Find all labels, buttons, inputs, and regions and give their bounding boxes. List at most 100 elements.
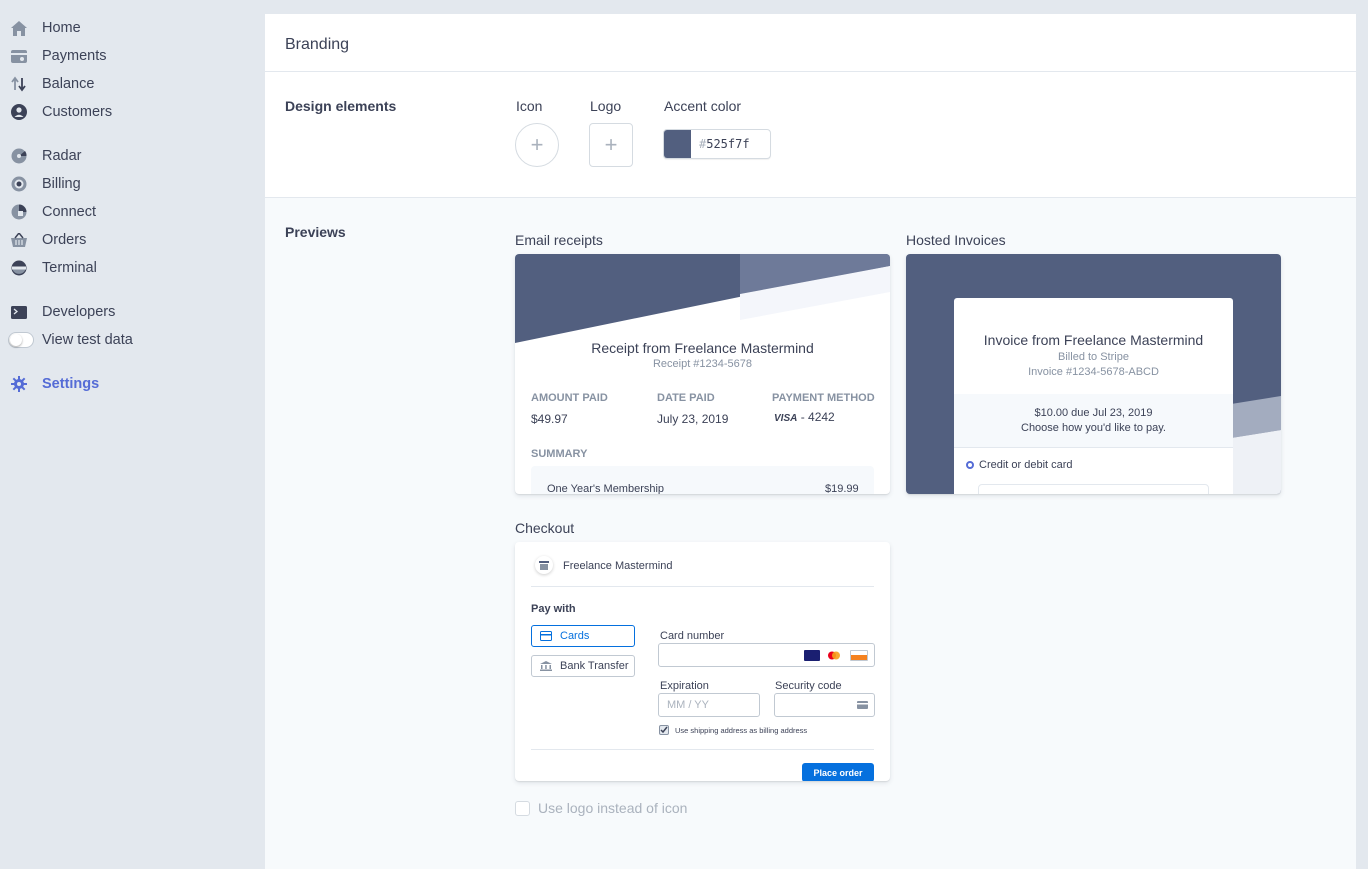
sidebar-item-customers[interactable]: Customers — [10, 100, 112, 124]
balance-icon — [10, 75, 28, 93]
use-logo-label: Use logo instead of icon — [538, 800, 688, 816]
hosted-invoice-preview: Invoice from Freelance Mastermind Billed… — [906, 254, 1281, 494]
receipt-header-graphic — [515, 254, 890, 344]
checkbox-checked-icon[interactable] — [659, 725, 669, 735]
sidebar-item-label: Customers — [42, 104, 113, 120]
developers-icon — [10, 303, 28, 321]
receipt-number: Receipt #1234-5678 — [652, 358, 753, 370]
accent-color-label: Accent color — [664, 98, 742, 114]
icon-label: Icon — [516, 98, 543, 114]
use-logo-checkbox[interactable] — [515, 800, 530, 816]
invoice-due: $10.00 due Jul 23, 2019 — [1034, 407, 1153, 419]
pay-with-label: Pay with — [531, 603, 576, 615]
sidebar-item-developers[interactable]: Developers — [10, 300, 115, 324]
sidebar-item-label: Radar — [42, 148, 82, 164]
gear-icon — [10, 375, 28, 393]
accent-color-field[interactable]: # 525f7f — [663, 129, 771, 159]
radar-icon — [10, 147, 28, 165]
bank-transfer-label: Bank Transfer — [560, 660, 629, 672]
payments-icon — [10, 47, 28, 65]
expiration-label: Expiration — [660, 680, 709, 692]
sidebar-item-home[interactable]: Home — [10, 16, 81, 40]
sidebar-item-payments[interactable]: Payments — [10, 44, 106, 68]
previews-label: Previews — [285, 224, 346, 240]
bank-icon — [540, 661, 552, 671]
accent-color-swatch[interactable] — [664, 130, 691, 158]
sidebar-item-settings[interactable]: Settings — [10, 372, 99, 396]
invoice-title: Invoice from Freelance Mastermind — [983, 332, 1204, 348]
sidebar-item-connect[interactable]: Connect — [10, 200, 96, 224]
email-receipt-preview: Receipt from Freelance Mastermind Receip… — [515, 254, 890, 494]
invoice-due-box: $10.00 due Jul 23, 2019 Choose how you'd… — [954, 394, 1233, 448]
cards-label: Cards — [560, 630, 590, 642]
hash-prefix: # — [699, 137, 707, 151]
sidebar-item-balance[interactable]: Balance — [10, 72, 94, 96]
sidebar-item-view-test-data[interactable]: View test data — [8, 328, 133, 352]
merchant-name: Freelance Mastermind — [563, 560, 673, 572]
security-code-label: Security code — [775, 680, 842, 692]
logo-label: Logo — [590, 98, 622, 114]
invoice-number: Invoice #1234-5678-ABCD — [1028, 366, 1159, 378]
sidebar-item-radar[interactable]: Radar — [10, 144, 82, 168]
discover-icon — [850, 650, 868, 661]
bank-transfer-button[interactable]: Bank Transfer — [531, 655, 635, 677]
invoice-billed-to: Billed to Stripe — [1058, 351, 1129, 363]
card-number-input[interactable] — [658, 643, 875, 667]
card-last4: - 4242 — [800, 410, 835, 424]
shipping-billing-label: Use shipping address as billing address — [675, 725, 808, 735]
divider — [531, 749, 874, 750]
expiration-input[interactable]: MM / YY — [658, 693, 760, 717]
page-title: Branding — [265, 14, 1356, 72]
visa-brand: VISA — [774, 413, 798, 424]
store-icon — [535, 556, 553, 574]
date-paid-value: July 23, 2019 — [657, 412, 729, 426]
cvc-icon — [857, 701, 868, 709]
sidebar-item-label: View test data — [42, 332, 133, 348]
customers-icon — [10, 103, 28, 121]
plus-icon: + — [530, 132, 544, 157]
date-paid-header: DATE PAID — [657, 392, 715, 404]
receipt-title: Receipt from Freelance Mastermind — [591, 340, 814, 356]
place-order-button[interactable]: Place order — [802, 763, 874, 781]
security-code-input[interactable] — [774, 693, 875, 717]
radio-icon — [966, 461, 974, 469]
sidebar-item-orders[interactable]: Orders — [10, 228, 86, 252]
orders-icon — [10, 231, 28, 249]
connect-icon — [10, 203, 28, 221]
test-data-toggle[interactable] — [8, 332, 34, 348]
sidebar-item-label: Orders — [42, 232, 87, 248]
mastercard-icon — [826, 650, 842, 661]
card-number-label: Card number — [660, 630, 725, 642]
amount-paid-header: AMOUNT PAID — [531, 392, 608, 404]
sidebar-item-label: Payments — [42, 48, 107, 64]
hosted-invoices-label: Hosted Invoices — [906, 232, 1006, 248]
design-elements-label: Design elements — [285, 98, 397, 114]
sidebar-item-label: Settings — [42, 376, 100, 392]
line-item-amount: $19.99 — [825, 483, 859, 494]
sidebar-item-label: Developers — [42, 304, 116, 320]
cards-method-button[interactable]: Cards — [531, 625, 635, 647]
line-item-name: One Year's Membership — [547, 483, 665, 494]
sidebar-item-label: Terminal — [42, 260, 97, 276]
use-logo-option[interactable]: Use logo instead of icon — [515, 800, 687, 816]
payment-method-header: PAYMENT METHOD — [772, 392, 875, 404]
sidebar-item-label: Billing — [42, 176, 81, 192]
branding-panel: Branding Design elements Icon + Logo + A… — [264, 14, 1356, 869]
credit-card-option[interactable]: Credit or debit card — [966, 459, 1073, 471]
card-input-stub — [978, 484, 1209, 494]
sidebar-item-terminal[interactable]: Terminal — [10, 256, 97, 280]
shipping-billing-checkbox[interactable]: Use shipping address as billing address — [659, 725, 807, 735]
credit-card-option-label: Credit or debit card — [979, 459, 1073, 471]
sidebar-item-billing[interactable]: Billing — [10, 172, 81, 196]
invoice-choose: Choose how you'd like to pay. — [1021, 422, 1166, 434]
sidebar-item-label: Balance — [42, 76, 95, 92]
design-elements-section: Design elements Icon + Logo + Accent col… — [265, 72, 1356, 198]
checkout-preview: Freelance Mastermind Pay with Cards Bank… — [515, 542, 890, 781]
sidebar-item-label: Home — [42, 20, 81, 36]
accent-color-input[interactable]: 525f7f — [706, 137, 749, 151]
visa-icon — [804, 650, 820, 661]
plus-icon: + — [604, 132, 618, 157]
billing-icon — [10, 175, 28, 193]
upload-icon-button[interactable]: + — [515, 123, 559, 167]
upload-logo-button[interactable]: + — [589, 123, 633, 167]
